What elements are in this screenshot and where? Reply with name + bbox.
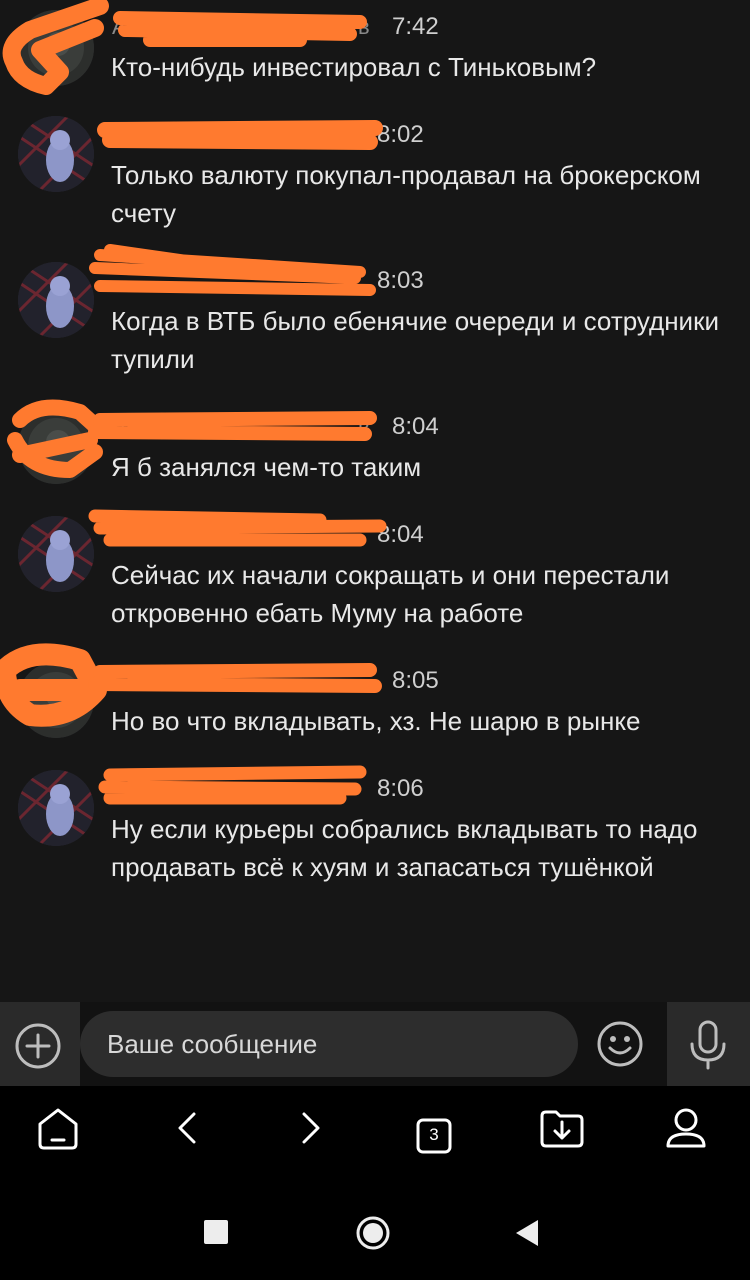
- sender-name: А: [112, 122, 127, 147]
- recents-square-icon[interactable]: [204, 1220, 228, 1244]
- profile-button[interactable]: [662, 1104, 718, 1160]
- sender-avatar[interactable]: [18, 116, 94, 192]
- message-text: Но во что вкладывать, хз. Не шарю в рынк…: [111, 706, 641, 736]
- message-text: Ну если курьеры собрались вкладывать то …: [111, 814, 698, 882]
- forward-arrow-icon: [302, 1112, 320, 1144]
- message-text: Сейчас их начали сокращать и они переста…: [111, 560, 670, 628]
- message-text: Когда в ВТБ было ебенячие очереди и сотр…: [111, 306, 719, 374]
- sender-name: А: [112, 414, 127, 439]
- message-time: 8:04: [392, 413, 439, 440]
- message-text: Я б занялся чем-то таким: [111, 452, 422, 482]
- sender-avatar[interactable]: [18, 770, 94, 846]
- sender-avatar[interactable]: [18, 408, 94, 484]
- sender-avatar[interactable]: [18, 516, 94, 592]
- home-button[interactable]: [34, 1104, 90, 1160]
- downloads-button[interactable]: [538, 1104, 594, 1160]
- back-button[interactable]: [166, 1104, 222, 1160]
- attach-button[interactable]: [0, 1002, 80, 1086]
- emoji-button[interactable]: [596, 1020, 644, 1068]
- forward-button[interactable]: [288, 1104, 344, 1160]
- message-text: Кто-нибудь инвестировал с Тиньковым?: [111, 52, 597, 82]
- voice-button[interactable]: [667, 1002, 750, 1086]
- downloads-folder-icon: [540, 1110, 584, 1148]
- message-input[interactable]: [80, 1011, 578, 1077]
- message-time: 8:02: [377, 121, 424, 148]
- profile-icon: [666, 1108, 706, 1148]
- message-time: 7:42: [392, 13, 439, 40]
- home-circle-icon[interactable]: [355, 1215, 391, 1251]
- sender-avatar[interactable]: [18, 262, 94, 338]
- home-icon: [38, 1108, 78, 1150]
- sender-avatar[interactable]: [18, 662, 94, 738]
- sender-name-suffix: в: [358, 14, 370, 39]
- message-text: Только валюту покупал-продавал на брокер…: [111, 160, 701, 228]
- sender-name: А: [112, 14, 127, 39]
- plus-circle-icon: [15, 1023, 61, 1069]
- message-time: 8:06: [377, 775, 424, 802]
- smiley-icon: [597, 1021, 643, 1067]
- message-composer: [0, 1002, 750, 1086]
- message-time: 8:05: [392, 667, 439, 694]
- back-triangle-icon[interactable]: [514, 1218, 540, 1248]
- system-navigation-bar: [0, 1188, 750, 1280]
- microphone-icon: [690, 1020, 726, 1070]
- tabs-button[interactable]: 3: [416, 1118, 452, 1154]
- back-arrow-icon: [178, 1112, 196, 1144]
- message-time: 8:04: [377, 521, 424, 548]
- browser-toolbar: 3: [0, 1086, 750, 1188]
- tab-count: 3: [429, 1125, 439, 1144]
- sender-avatar[interactable]: [18, 10, 94, 86]
- message-time: 8:03: [377, 267, 424, 294]
- sender-name-suffix: в: [358, 414, 370, 439]
